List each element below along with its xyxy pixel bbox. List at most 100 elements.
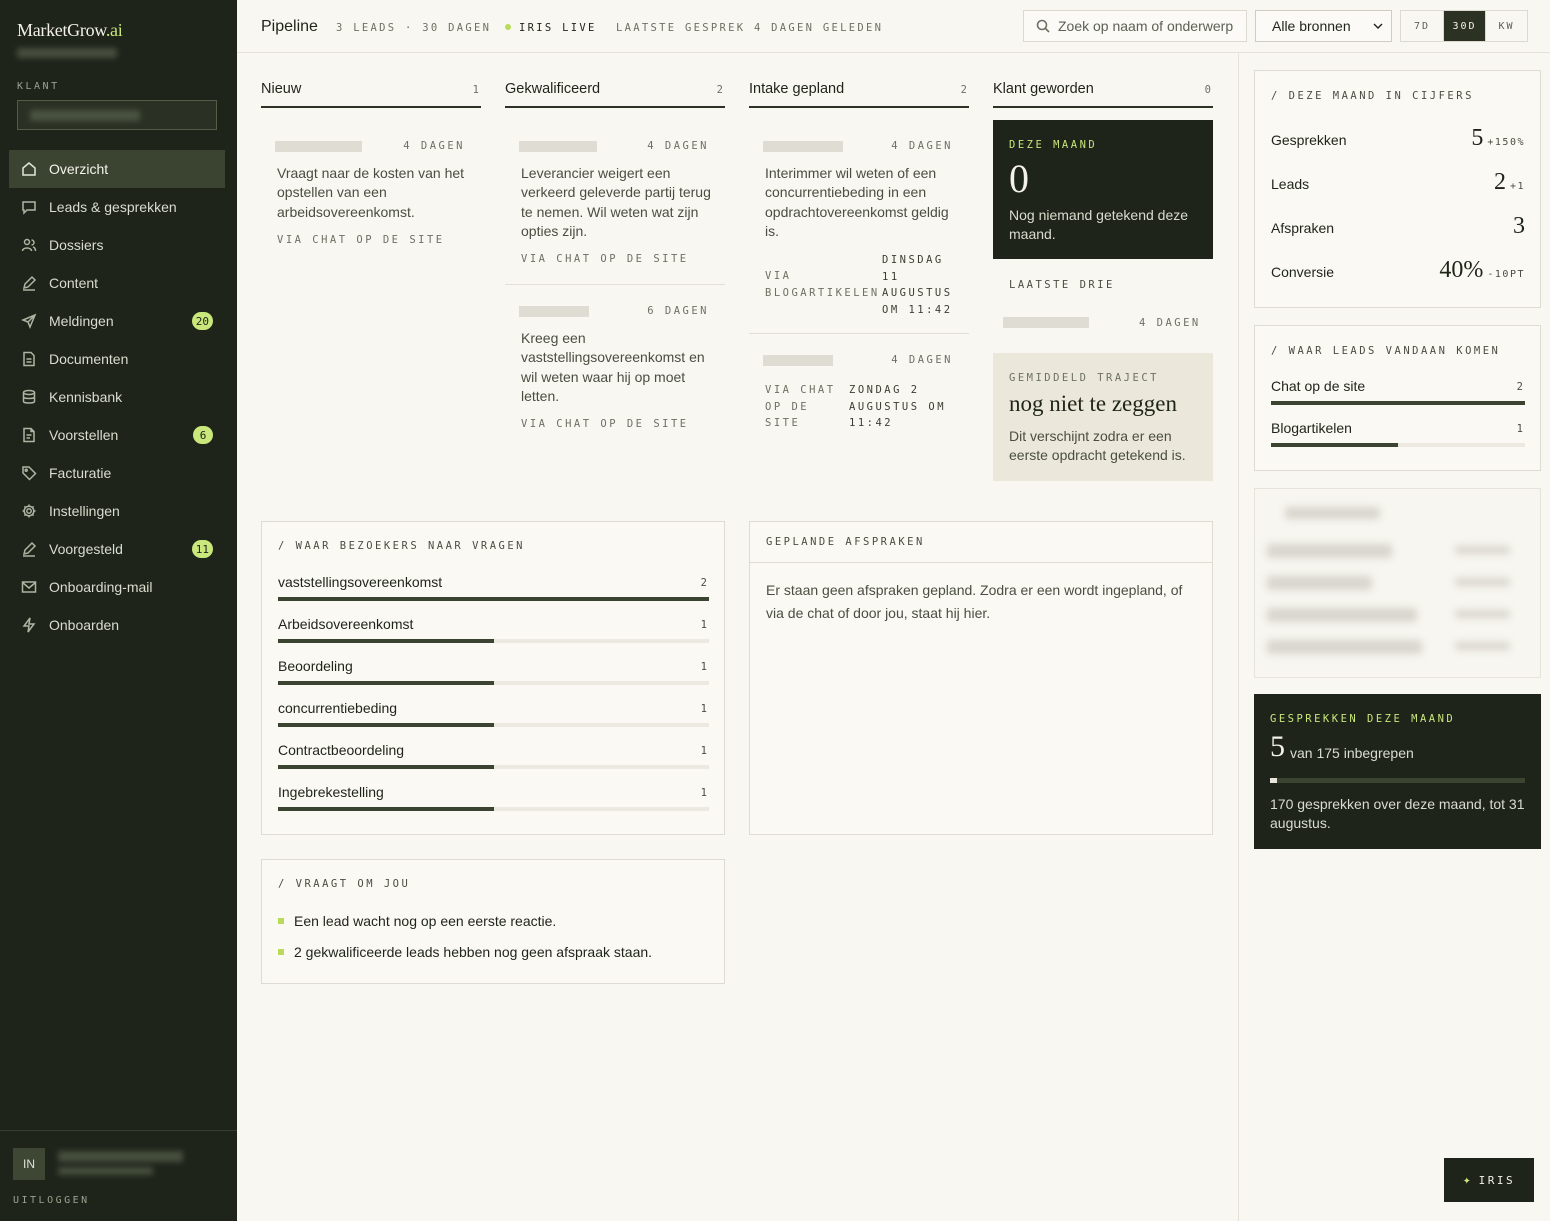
search-input[interactable] xyxy=(1058,18,1238,34)
bar-label: concurrentiebeding xyxy=(278,700,398,716)
sidebar-item-facturatie[interactable]: Facturatie xyxy=(9,454,225,492)
client-name-redacted xyxy=(1003,317,1089,328)
won-month-value: 0 xyxy=(1009,156,1029,201)
source-select[interactable]: Alle bronnen xyxy=(1255,10,1392,42)
brand-logo[interactable]: MarketGrow.ai xyxy=(17,20,123,41)
won-month-label: DEZE MAAND xyxy=(1009,139,1098,151)
panel-title: / WAAR BEZOEKERS NAAR VRAGEN xyxy=(278,540,526,552)
bar-label: Blogartikelen xyxy=(1271,420,1352,436)
bullet-icon xyxy=(278,949,284,955)
notification-badge: 20 xyxy=(191,312,213,330)
lead-card[interactable]: 4 DAGEN VIA CHAT OP DE SITE ZONDAG 2 AUG… xyxy=(749,334,969,444)
sidebar-item-voorstellen[interactable]: Voorstellen 6 xyxy=(9,416,225,454)
lead-question: Interimmer wil weten of een concurrentie… xyxy=(765,165,949,239)
sparkle-icon: ✦ xyxy=(1462,1172,1471,1188)
bar-fill xyxy=(278,723,494,727)
lead-name-redacted xyxy=(519,306,589,317)
sidebar-item-documenten[interactable]: Documenten xyxy=(9,340,225,378)
range-toggle: 7D 30D KW xyxy=(1400,10,1528,42)
sidebar-item-instellingen[interactable]: Instellingen xyxy=(9,492,225,530)
iris-assistant-button[interactable]: ✦ IRIS xyxy=(1444,1158,1534,1202)
bar-row[interactable]: Contractbeoordeling 1 xyxy=(278,742,709,769)
bar-count: 2 xyxy=(1516,381,1523,393)
sidebar-item-kennisbank[interactable]: Kennisbank xyxy=(9,378,225,416)
trajectory-value: nog niet te zeggen xyxy=(1009,391,1177,416)
search-box[interactable] xyxy=(1023,10,1247,42)
gear-icon xyxy=(22,504,36,518)
bar-fill xyxy=(278,597,709,601)
action-item[interactable]: Een lead wacht nog op een eerste reactie… xyxy=(278,913,556,929)
leads-summary: 3 LEADS · 30 DAGEN xyxy=(336,22,492,34)
bar-row[interactable]: Chat op de site 2 xyxy=(1271,378,1525,405)
quota-of-text: van 175 inbegrepen xyxy=(1290,745,1414,761)
search-icon xyxy=(1036,19,1050,33)
bar-fill xyxy=(278,807,494,811)
action-item[interactable]: 2 gekwalificeerde leads hebben nog geen … xyxy=(278,944,652,960)
sidebar-item-meldingen[interactable]: Meldingen 20 xyxy=(9,302,225,340)
page-title: Pipeline xyxy=(261,18,318,35)
appointments-empty-text: Er staan geen afspraken gepland. Zodra e… xyxy=(766,582,1183,621)
sidebar-item-onboarding-mail[interactable]: Onboarding-mail xyxy=(9,568,225,606)
bar-row[interactable]: concurrentiebeding 1 xyxy=(278,700,709,727)
bar-fill xyxy=(1271,401,1525,405)
trajectory-label: GEMIDDELD TRAJECT xyxy=(1009,372,1159,384)
column-intake: Intake gepland 2 xyxy=(749,79,969,108)
lead-age: 6 DAGEN xyxy=(647,305,709,317)
panel-title: / DEZE MAAND IN CIJFERS xyxy=(1271,90,1474,102)
sidebar-item-content[interactable]: Content xyxy=(9,264,225,302)
panel-title: / VRAAGT OM JOU xyxy=(278,878,411,890)
range-kw[interactable]: KW xyxy=(1485,11,1527,41)
chat-quota-card: GESPREKKEN DEZE MAAND 5 van 175 inbegrep… xyxy=(1254,694,1541,849)
file-icon xyxy=(23,427,35,443)
last-chat-status: LAATSTE GESPREK 4 DAGEN GELEDEN xyxy=(616,22,884,34)
bar-row[interactable]: Blogartikelen 1 xyxy=(1271,420,1525,447)
kpi-leads: Leads 2 +1 xyxy=(1271,169,1525,195)
visitor-questions-panel: / WAAR BEZOEKERS NAAR VRAGEN vaststellin… xyxy=(261,521,725,835)
bar-row[interactable]: Arbeidsovereenkomst 1 xyxy=(278,616,709,643)
appointments-header: GEPLANDE AFSPRAKEN xyxy=(750,522,1212,563)
appointment-time: DINSDAG 11 AUGUSTUS OM 11:42 xyxy=(882,254,953,316)
lead-age: 4 DAGEN xyxy=(891,354,953,366)
bar-label: Contractbeoordeling xyxy=(278,742,405,758)
bar-row[interactable]: vaststellingsovereenkomst 2 xyxy=(278,574,709,601)
range-30d[interactable]: 30D xyxy=(1443,11,1485,41)
account-subtitle-redacted xyxy=(17,48,117,58)
sidebar-item-onboarden[interactable]: Onboarden xyxy=(9,606,225,644)
bar-track xyxy=(278,639,709,643)
lead-card[interactable]: 4 DAGEN Leverancier weigert een verkeerd… xyxy=(505,120,725,280)
bar-track xyxy=(278,765,709,769)
client-selector[interactable] xyxy=(17,100,217,130)
column-nieuw: Nieuw 1 xyxy=(261,79,481,108)
lead-question: Vraagt naar de kosten van het opstellen … xyxy=(277,165,465,220)
bar-track xyxy=(278,723,709,727)
needs-you-panel: / VRAAGT OM JOU Een lead wacht nog op ee… xyxy=(261,859,725,984)
lead-question: Leverancier weigert een verkeerd gelever… xyxy=(521,165,711,239)
lead-card[interactable]: 4 DAGEN Interimmer wil weten of een conc… xyxy=(749,120,969,330)
avatar[interactable]: IN xyxy=(13,1148,45,1180)
bar-count: 1 xyxy=(700,661,707,673)
logout-link[interactable]: UITLOGGEN xyxy=(13,1195,90,1206)
bar-track xyxy=(1271,443,1525,447)
range-7d[interactable]: 7D xyxy=(1401,11,1443,41)
sidebar-item-voorgesteld[interactable]: Voorgesteld 11 xyxy=(9,530,225,568)
bar-track xyxy=(278,597,709,601)
sidebar-item-leads[interactable]: Leads & gesprekken xyxy=(9,188,225,226)
bar-count: 1 xyxy=(700,745,707,757)
sidebar: MarketGrow.ai KLANT Overzicht Leads & ge… xyxy=(0,0,237,1221)
mail-icon xyxy=(21,581,37,593)
chat-icon xyxy=(22,201,36,215)
column-gekwalificeerd: Gekwalificeerd 2 xyxy=(505,79,725,108)
sidebar-item-dossiers[interactable]: Dossiers xyxy=(9,226,225,264)
sidebar-item-overzicht[interactable]: Overzicht xyxy=(9,150,225,188)
chevron-down-icon xyxy=(1373,23,1383,29)
proposals-badge: 6 xyxy=(193,426,213,444)
bar-row[interactable]: Beoordeling 1 xyxy=(278,658,709,685)
lead-card[interactable]: 4 DAGEN Vraagt naar de kosten van het op… xyxy=(261,120,481,260)
bar-row[interactable]: Ingebrekestelling 1 xyxy=(278,784,709,811)
bar-count: 2 xyxy=(700,577,707,589)
lead-age: 4 DAGEN xyxy=(403,140,465,152)
tag-icon xyxy=(22,466,37,481)
bar-count: 1 xyxy=(700,787,707,799)
lead-card[interactable]: 6 DAGEN Kreeg een vaststellingsovereenko… xyxy=(505,285,725,445)
bar-fill xyxy=(278,681,494,685)
